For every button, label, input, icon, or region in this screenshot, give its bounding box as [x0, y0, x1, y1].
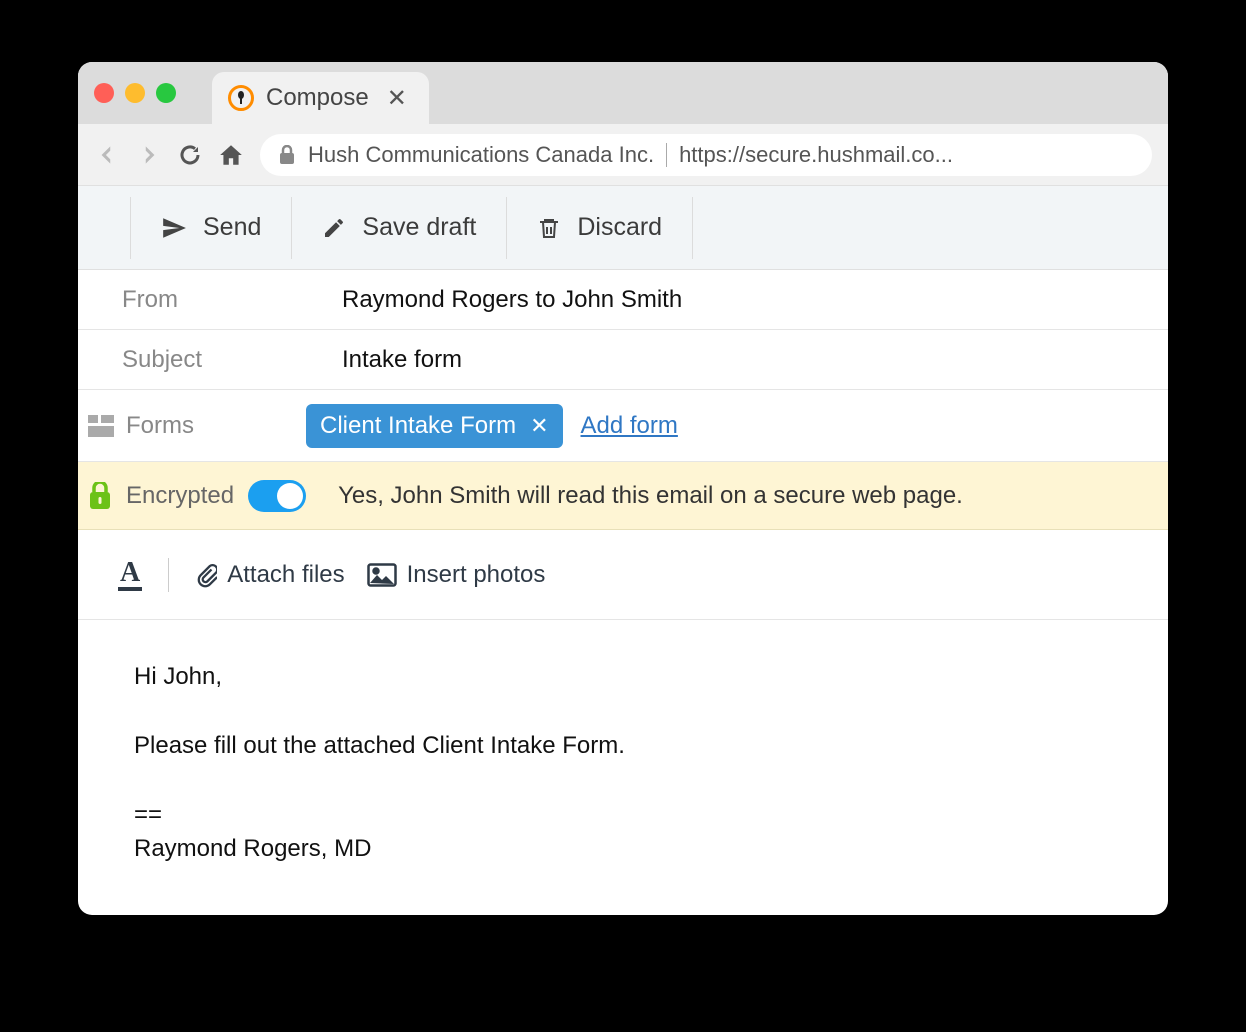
- url-address: https://secure.hushmail.co...: [679, 142, 953, 168]
- body-greeting: Hi John,: [134, 660, 1112, 695]
- forms-row: Forms Client Intake Form ✕ Add form: [78, 390, 1168, 462]
- lock-icon: [278, 145, 296, 165]
- editor-toolbar: A Attach files Insert photos: [78, 530, 1168, 620]
- send-icon: [161, 215, 187, 241]
- url-organization: Hush Communications Canada Inc.: [308, 142, 654, 168]
- save-draft-button[interactable]: Save draft: [292, 197, 507, 259]
- attach-files-button[interactable]: Attach files: [195, 561, 344, 589]
- compose-action-bar: Send Save draft Discard: [78, 186, 1168, 270]
- format-text-icon[interactable]: A: [118, 559, 142, 591]
- forms-icon: [88, 415, 114, 437]
- add-form-link[interactable]: Add form: [581, 412, 678, 440]
- url-bar[interactable]: Hush Communications Canada Inc. https://…: [260, 134, 1152, 176]
- body-signature: == Raymond Rogers, MD: [134, 798, 1112, 868]
- close-tab-icon[interactable]: ✕: [387, 84, 407, 113]
- home-button[interactable]: [218, 142, 244, 168]
- trash-icon: [537, 215, 561, 241]
- form-chip-label: Client Intake Form: [320, 412, 516, 440]
- back-button[interactable]: [94, 142, 120, 168]
- from-row: From Raymond Rogers to John Smith: [78, 270, 1168, 330]
- close-window-button[interactable]: [94, 83, 114, 103]
- toggle-knob: [277, 483, 303, 509]
- lock-green-icon: [88, 482, 112, 510]
- tab-title: Compose: [266, 84, 369, 112]
- save-draft-label: Save draft: [362, 213, 476, 242]
- insert-photos-label: Insert photos: [407, 561, 546, 589]
- forms-label: Forms: [126, 412, 306, 440]
- maximize-window-button[interactable]: [156, 83, 176, 103]
- encrypted-row: Encrypted Yes, John Smith will read this…: [78, 462, 1168, 530]
- encryption-toggle[interactable]: [248, 480, 306, 512]
- discard-label: Discard: [577, 213, 662, 242]
- from-label: From: [122, 286, 342, 314]
- url-separator: [666, 143, 667, 167]
- pencil-icon: [322, 216, 346, 240]
- encrypted-message: Yes, John Smith will read this email on …: [338, 482, 963, 510]
- tab-bar: Compose ✕: [78, 62, 1168, 124]
- send-button[interactable]: Send: [130, 197, 292, 259]
- image-icon: [367, 563, 397, 587]
- attach-files-label: Attach files: [227, 561, 344, 589]
- window-controls: [94, 83, 176, 103]
- subject-row: Subject Intake form: [78, 330, 1168, 390]
- form-chip[interactable]: Client Intake Form ✕: [306, 404, 563, 448]
- body-line: Please fill out the attached Client Inta…: [134, 729, 1112, 764]
- discard-button[interactable]: Discard: [507, 197, 693, 259]
- subject-label: Subject: [122, 346, 342, 374]
- remove-form-icon[interactable]: ✕: [530, 413, 548, 439]
- send-label: Send: [203, 213, 261, 242]
- encrypted-label: Encrypted: [126, 482, 234, 510]
- favicon-icon: [228, 85, 254, 111]
- nav-bar: Hush Communications Canada Inc. https://…: [78, 124, 1168, 186]
- browser-window: Compose ✕ Hush Communications Canada Inc…: [78, 62, 1168, 915]
- insert-photos-button[interactable]: Insert photos: [367, 561, 546, 589]
- reload-button[interactable]: [178, 143, 202, 167]
- toolbar-separator: [168, 558, 169, 592]
- browser-tab[interactable]: Compose ✕: [212, 72, 429, 124]
- paperclip-icon: [195, 561, 217, 589]
- email-body[interactable]: Hi John, Please fill out the attached Cl…: [78, 620, 1168, 915]
- forward-button[interactable]: [136, 142, 162, 168]
- subject-value[interactable]: Intake form: [342, 346, 462, 374]
- from-value[interactable]: Raymond Rogers to John Smith: [342, 286, 682, 314]
- minimize-window-button[interactable]: [125, 83, 145, 103]
